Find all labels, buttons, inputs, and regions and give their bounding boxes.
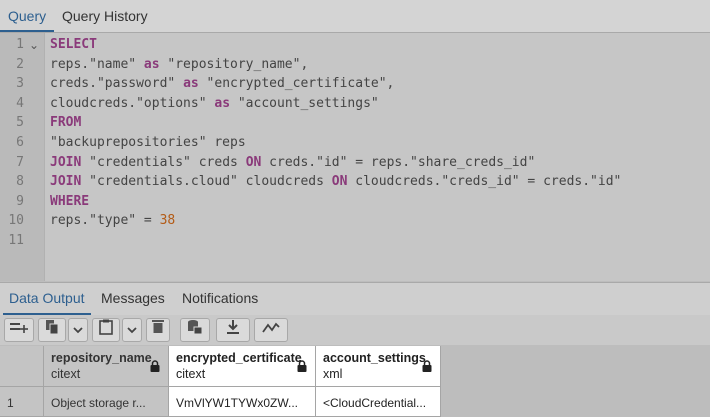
column-type: citext <box>176 367 206 381</box>
code-line[interactable]: JOIN "credentials.cloud" cloudcreds ON c… <box>50 174 621 189</box>
sql-text: "backuprepositories" reps <box>50 135 246 150</box>
line-number: 1 <box>16 37 24 52</box>
paste-icon <box>99 319 113 335</box>
row-number[interactable]: 1 <box>0 387 44 417</box>
paste-button[interactable] <box>92 318 120 342</box>
add-row-icon <box>10 323 28 333</box>
paste-options-dropdown[interactable] <box>122 318 142 342</box>
trash-icon <box>152 320 164 333</box>
line-number: 2 <box>16 56 24 72</box>
sql-keyword: ON <box>245 154 262 170</box>
column-header-repository-name[interactable]: repository_name citext <box>44 346 169 387</box>
column-name: repository_name <box>51 351 152 365</box>
lock-icon <box>297 360 307 375</box>
table-cell[interactable]: Object storage r... <box>44 387 169 417</box>
column-header-account-settings[interactable]: account_settings xml <box>316 346 441 387</box>
sql-keyword: as <box>214 95 231 111</box>
line-number: 5 <box>16 115 24 131</box>
code-line[interactable]: WHERE <box>50 194 89 209</box>
sql-text: reps."type" = <box>50 213 160 229</box>
tab-query[interactable]: Query <box>0 0 55 32</box>
tab-data-output[interactable]: Data Output <box>3 283 91 315</box>
tab-query-history[interactable]: Query History <box>54 0 156 32</box>
graph-visualiser-button[interactable] <box>254 318 288 342</box>
table-cell[interactable]: <CloudCredential... <box>316 387 441 417</box>
column-type: citext <box>51 367 81 381</box>
download-icon <box>227 320 239 334</box>
line-number: 11 <box>8 233 24 248</box>
query-editor[interactable]: 1 2 3 4 5 6 7 8 9 10 11 ⌄ SELECT reps."name" as "re… <box>0 33 710 281</box>
line-number: 7 <box>16 154 24 170</box>
line-gutter: 1 2 3 4 5 6 7 8 9 10 11 ⌄ <box>0 33 45 281</box>
tab-messages[interactable]: Messages <box>95 283 171 313</box>
chevron-down-icon <box>73 327 83 334</box>
sql-text: "credentials.cloud" cloudcreds <box>81 174 332 190</box>
sql-text: "credentials" creds <box>81 154 246 170</box>
save-data-button[interactable] <box>180 318 210 342</box>
line-number: 10 <box>8 213 24 229</box>
results-toolbar <box>0 315 710 345</box>
code-line[interactable]: cloudcreds."options" as "account_setting… <box>50 96 379 111</box>
code-line[interactable]: FROM <box>50 115 81 130</box>
code-line[interactable]: SELECT <box>50 37 97 52</box>
delete-button[interactable] <box>146 318 170 342</box>
sql-text: creds."id" = reps."share_creds_id" <box>261 154 536 170</box>
sql-text: "encrypted_certificate", <box>198 76 395 92</box>
sql-text: "repository_name", <box>159 56 309 72</box>
line-number: 6 <box>16 135 24 150</box>
copy-button[interactable] <box>38 318 66 342</box>
sql-keyword: WHERE <box>50 193 90 209</box>
code-line[interactable]: reps."type" = 38 <box>50 213 175 228</box>
copy-icon <box>46 320 59 335</box>
sql-keyword: SELECT <box>50 37 97 52</box>
sql-keyword: JOIN <box>50 154 82 170</box>
results-grid: repository_name citext encrypted_certifi… <box>0 346 710 417</box>
query-tabs: Query Query History <box>0 0 710 33</box>
download-button[interactable] <box>216 318 250 342</box>
sql-number: 38 <box>159 213 176 229</box>
line-number: 4 <box>16 95 24 111</box>
copy-options-dropdown[interactable] <box>68 318 88 342</box>
sql-text: creds."password" <box>50 76 184 92</box>
code-line[interactable]: "backuprepositories" reps <box>50 135 246 150</box>
code-line[interactable]: reps."name" as "repository_name", <box>50 57 308 72</box>
add-row-button[interactable] <box>4 318 34 342</box>
code-line[interactable]: JOIN "credentials" creds ON creds."id" =… <box>50 155 535 170</box>
line-number: 3 <box>16 76 24 92</box>
lock-icon <box>422 360 432 375</box>
table-cell[interactable]: VmVlYW1TYWx0ZW... <box>169 387 316 417</box>
column-type: xml <box>323 367 343 381</box>
fold-chevron-icon[interactable]: ⌄ <box>29 38 39 52</box>
output-tabs: Data Output Messages Notifications <box>0 282 710 316</box>
line-number: 9 <box>16 193 24 209</box>
sql-text: cloudcreds."creds_id" = creds."id" <box>347 174 622 190</box>
column-name: account_settings <box>323 351 426 365</box>
line-number: 8 <box>16 174 24 190</box>
row-number-header <box>0 346 44 387</box>
chevron-down-icon <box>127 327 137 334</box>
column-header-encrypted-certificate[interactable]: encrypted_certificate citext <box>169 346 316 387</box>
sql-text: "account_settings" <box>230 95 379 111</box>
lock-icon <box>150 360 160 375</box>
save-data-icon <box>188 320 203 335</box>
sql-keyword: FROM <box>50 115 82 131</box>
line-chart-icon <box>262 322 280 333</box>
sql-keyword: ON <box>331 174 348 190</box>
column-name: encrypted_certificate <box>176 351 302 365</box>
sql-keyword: JOIN <box>50 174 82 190</box>
tab-notifications[interactable]: Notifications <box>176 283 264 313</box>
sql-text: reps."name" <box>50 56 144 72</box>
code-line[interactable]: creds."password" as "encrypted_certifica… <box>50 76 394 91</box>
sql-text: cloudcreds."options" <box>50 95 215 111</box>
sql-keyword: as <box>183 76 199 92</box>
sql-keyword: as <box>143 56 160 72</box>
